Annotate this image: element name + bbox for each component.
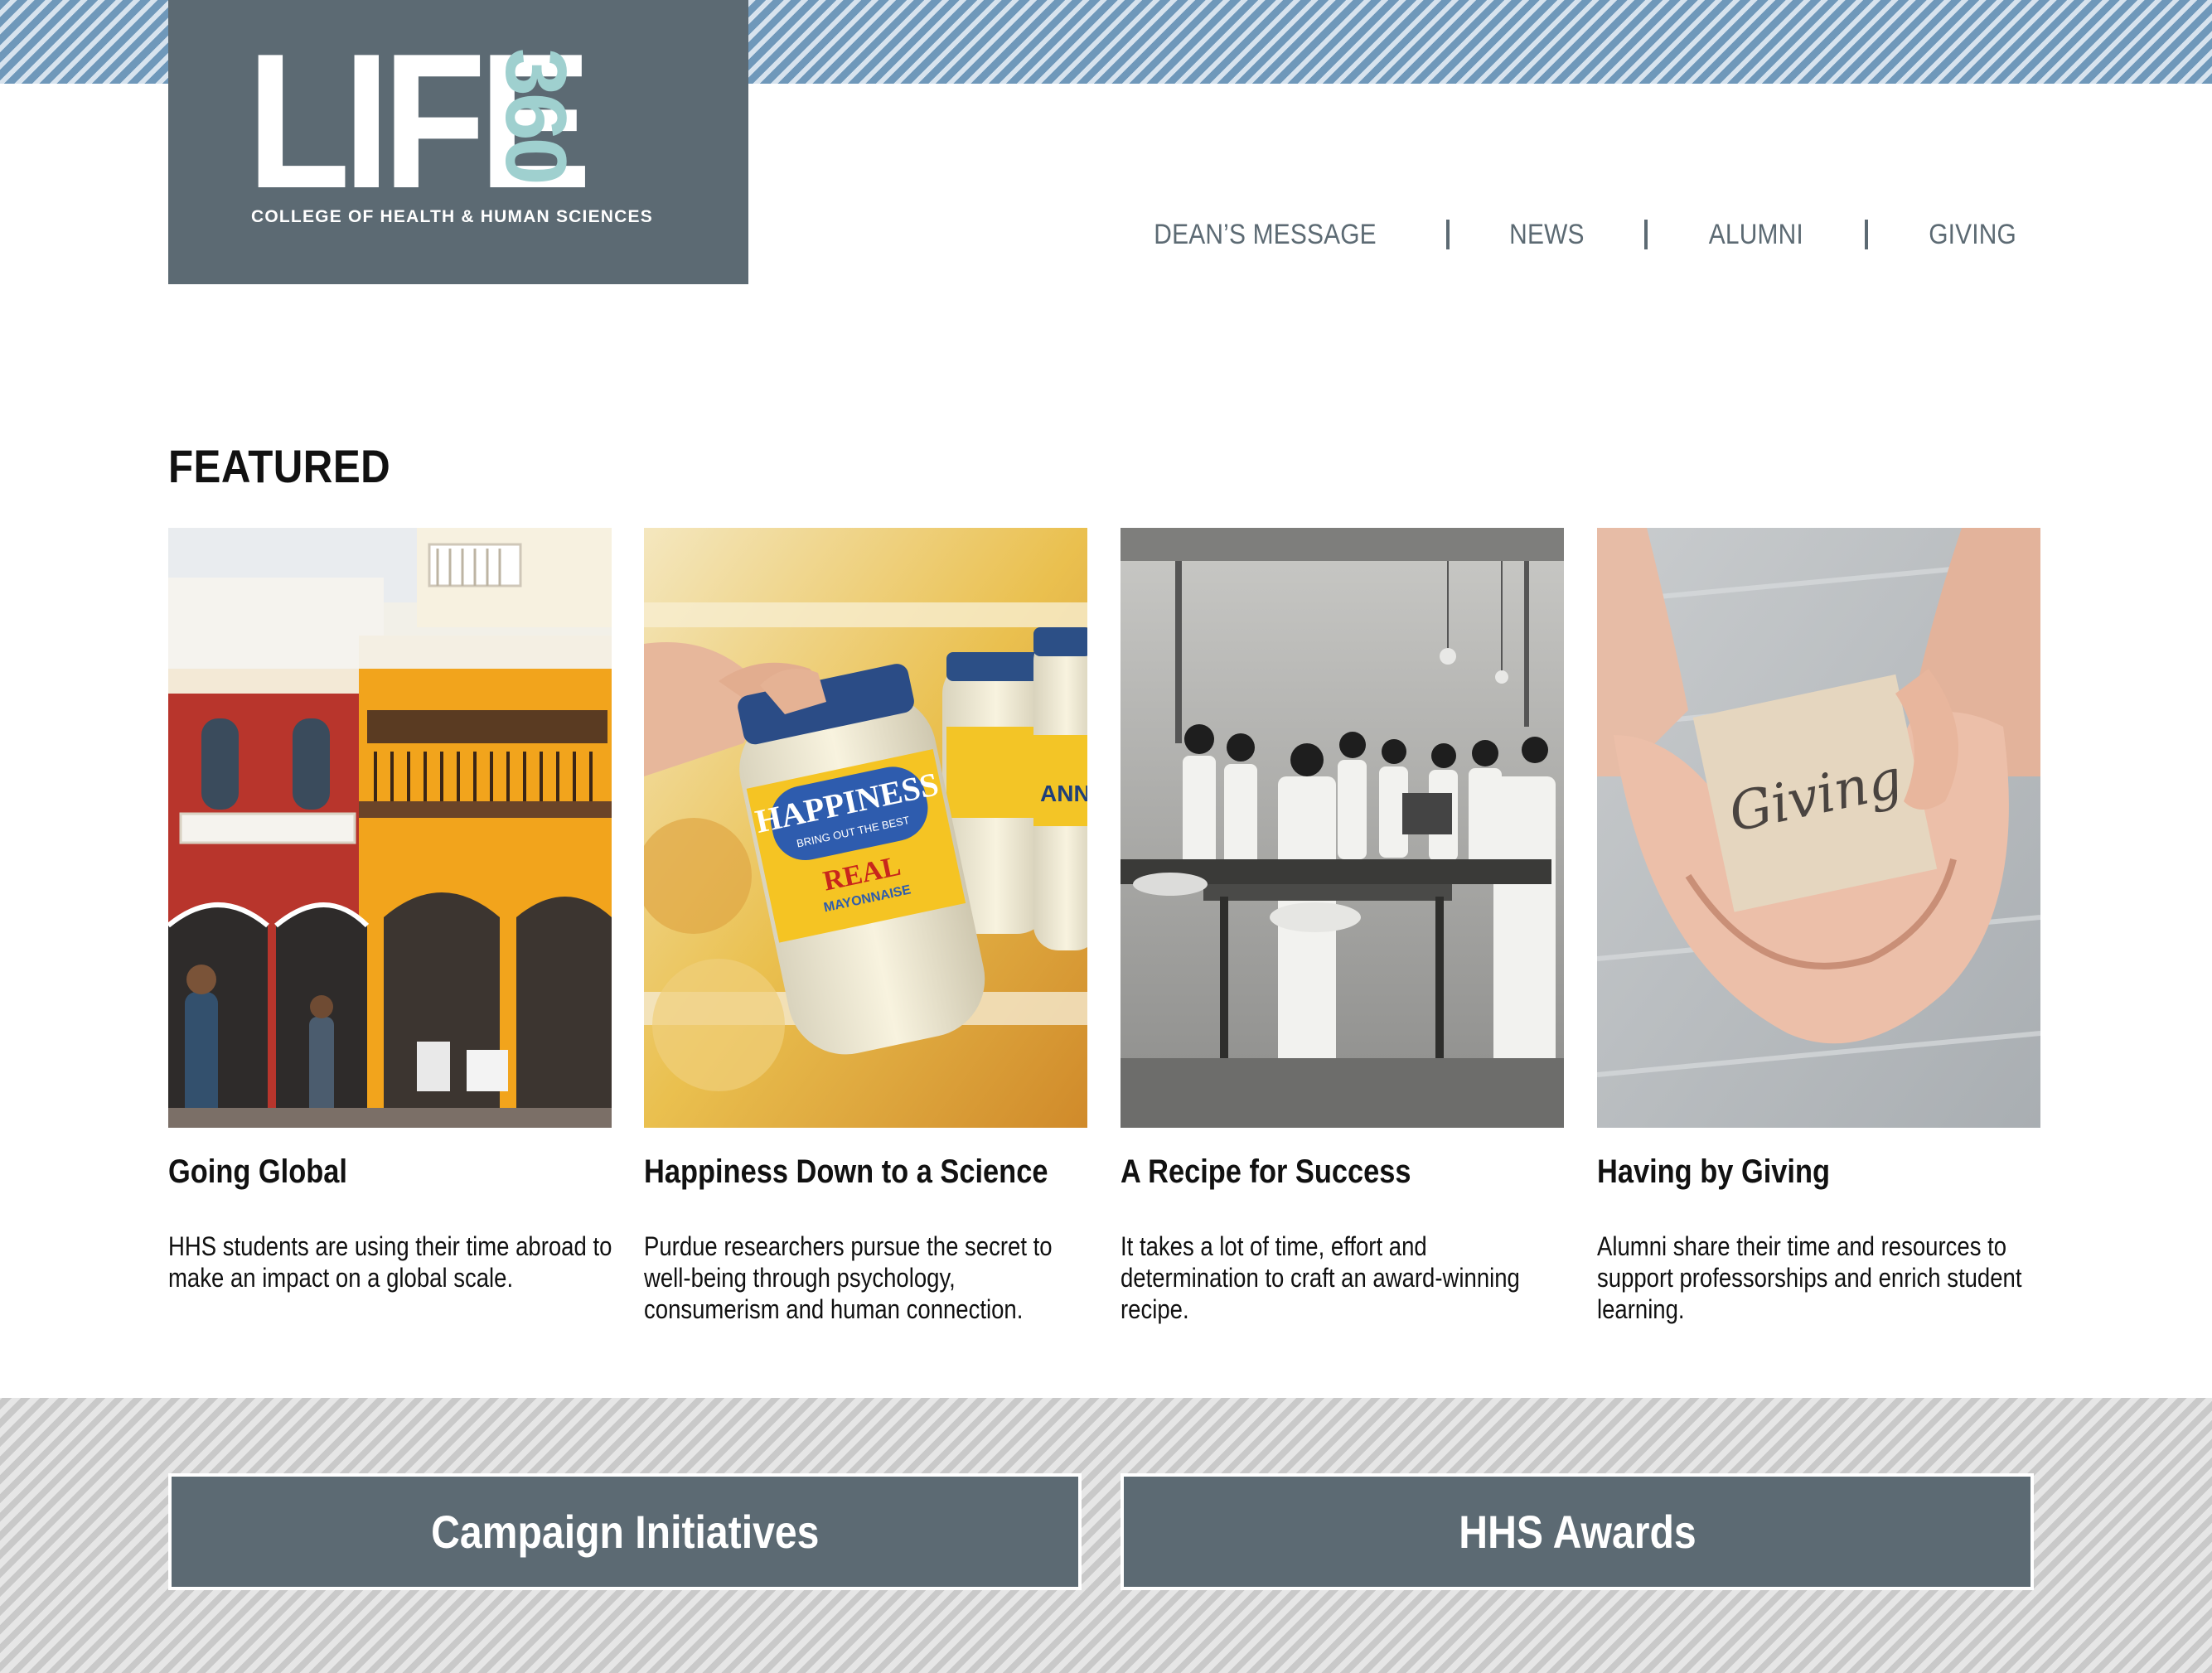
- recipe-image[interactable]: [1121, 528, 1564, 1128]
- card-title[interactable]: A Recipe for Success: [1121, 1153, 1576, 1191]
- featured-card-going-global: Going Global HHS students are using thei…: [168, 528, 612, 1293]
- featured-card-giving: Giving Having by Giving Alumni share the…: [1597, 528, 2040, 1324]
- logo-number: 360: [487, 48, 583, 182]
- card-description: HHS students are using their time abroad…: [168, 1231, 612, 1293]
- page: LIFE 360 COLLEGE OF HEALTH & HUMAN SCIEN…: [0, 0, 2212, 1673]
- background-jar-text: ANN'S: [1040, 781, 1087, 806]
- site-logo[interactable]: LIFE 360 COLLEGE OF HEALTH & HUMAN SCIEN…: [168, 0, 748, 284]
- hhs-awards-button[interactable]: HHS Awards: [1121, 1473, 2034, 1590]
- featured-card-happiness: ANN'S HAPPINESS BRING OUT THE BEST REAL …: [644, 528, 1087, 1324]
- nav-divider: [1446, 220, 1450, 249]
- giving-image[interactable]: Giving: [1597, 528, 2040, 1128]
- cta-label: Campaign Initiatives: [430, 1506, 820, 1558]
- card-description: It takes a lot of time, effort and deter…: [1121, 1231, 1520, 1324]
- card-title[interactable]: Having by Giving: [1597, 1153, 2053, 1191]
- nav-divider: [1864, 220, 1868, 249]
- card-title[interactable]: Happiness Down to a Science: [644, 1153, 1100, 1191]
- nav-item-giving[interactable]: GIVING: [1929, 219, 2016, 251]
- nav-item-alumni[interactable]: ALUMNI: [1709, 219, 1803, 251]
- happiness-image[interactable]: ANN'S HAPPINESS BRING OUT THE BEST REAL …: [644, 528, 1087, 1128]
- nav-divider: [1643, 220, 1648, 249]
- campaign-initiatives-button[interactable]: Campaign Initiatives: [168, 1473, 1082, 1590]
- main-nav: DEAN’S MESSAGE NEWS ALUMNI GIVING: [1139, 214, 2022, 255]
- featured-heading: FEATURED: [168, 440, 391, 492]
- card-description: Purdue researchers pursue the secret to …: [644, 1231, 1053, 1324]
- card-title[interactable]: Going Global: [168, 1153, 624, 1191]
- card-description: Alumni share their time and resources to…: [1597, 1231, 2022, 1324]
- cta-label: HHS Awards: [1458, 1506, 1697, 1558]
- featured-card-recipe: A Recipe for Success It takes a lot of t…: [1121, 528, 1564, 1324]
- going-global-image[interactable]: [168, 528, 612, 1128]
- logo-subtitle: COLLEGE OF HEALTH & HUMAN SCIENCES: [251, 207, 653, 226]
- nav-item-deans-message[interactable]: DEAN’S MESSAGE: [1154, 219, 1376, 251]
- nav-item-news[interactable]: NEWS: [1509, 219, 1584, 251]
